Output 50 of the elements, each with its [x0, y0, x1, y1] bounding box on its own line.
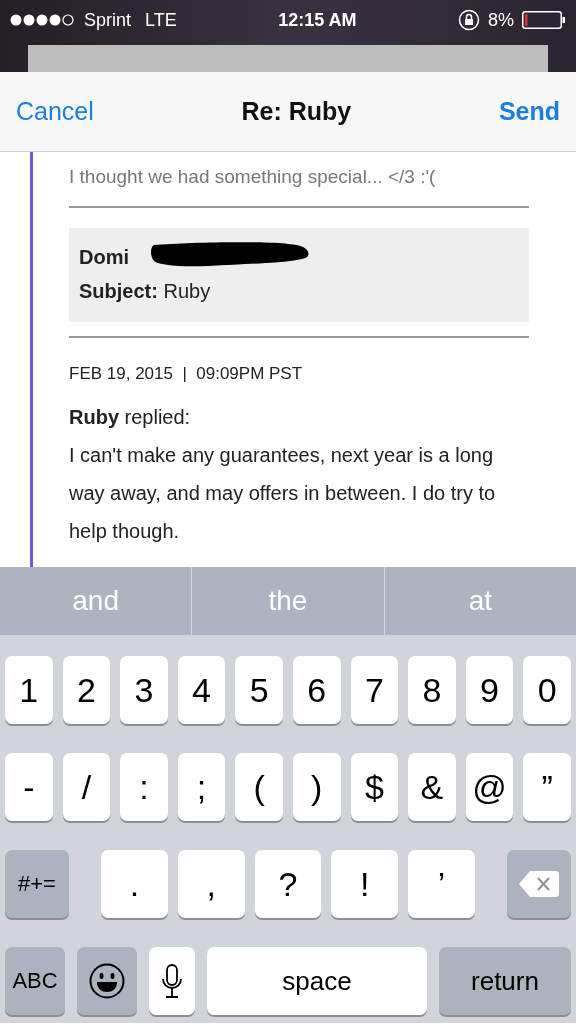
key[interactable]: ” [523, 753, 571, 821]
key[interactable]: ! [331, 850, 399, 918]
key[interactable]: : [120, 753, 168, 821]
key[interactable]: ? [254, 850, 322, 918]
window-title: Re: Ruby [240, 97, 353, 126]
key[interactable]: . [101, 850, 168, 918]
key[interactable]: ; [177, 753, 226, 821]
battery-icon [522, 11, 566, 29]
clock-time: 12:15 AM [278, 9, 357, 31]
key[interactable]: & [408, 753, 456, 821]
carrier-name: Sprint [84, 9, 132, 31]
rotation-lock-icon [457, 9, 480, 31]
signal-icon [10, 13, 74, 27]
battery-percent: 8% [487, 9, 514, 31]
emoji-key[interactable] [77, 947, 137, 1015]
message-date: FEB 19, 2015 | 09:09PM PST [69, 364, 304, 384]
key[interactable]: ( [235, 753, 283, 821]
send-button[interactable]: Send [498, 97, 560, 126]
key[interactable]: ’ [408, 850, 475, 918]
key[interactable]: - [5, 753, 53, 821]
space-key[interactable]: space [207, 947, 427, 1015]
key[interactable]: 7 [350, 656, 399, 724]
key[interactable]: 9 [465, 656, 514, 724]
sender-name: Domi [79, 245, 129, 270]
key[interactable]: 6 [292, 656, 341, 724]
key[interactable]: 0 [523, 656, 571, 724]
key[interactable]: 2 [62, 656, 111, 724]
key[interactable]: $ [350, 753, 399, 821]
smiley-icon [88, 962, 126, 1000]
key[interactable]: @ [465, 753, 514, 821]
key[interactable]: 4 [177, 656, 226, 724]
key[interactable]: , [177, 850, 245, 918]
microphone-icon [161, 963, 183, 999]
key[interactable]: 5 [235, 656, 283, 724]
cancel-button[interactable]: Cancel [16, 97, 94, 126]
key[interactable]: ) [292, 753, 341, 821]
network-type: LTE [145, 9, 177, 31]
subject-line: Subject: Ruby [79, 279, 212, 304]
key[interactable]: return [439, 947, 571, 1015]
reply-text: I can't make any guarantees, next year is a long way away, and may offers in between. I do try to help though. [69, 443, 497, 544]
key[interactable]: ABC [5, 947, 65, 1015]
reply-author-line: Ruby replied: [69, 405, 192, 430]
key[interactable]: 1 [5, 656, 53, 724]
quoted-text: I thought we had something special... </3 :'( [69, 166, 437, 188]
microphone-key[interactable] [149, 947, 195, 1015]
key[interactable]: 3 [120, 656, 168, 724]
delete-icon [518, 869, 560, 899]
key[interactable]: 8 [408, 656, 456, 724]
key[interactable]: #+= [5, 850, 69, 918]
key[interactable]: / [62, 753, 111, 821]
